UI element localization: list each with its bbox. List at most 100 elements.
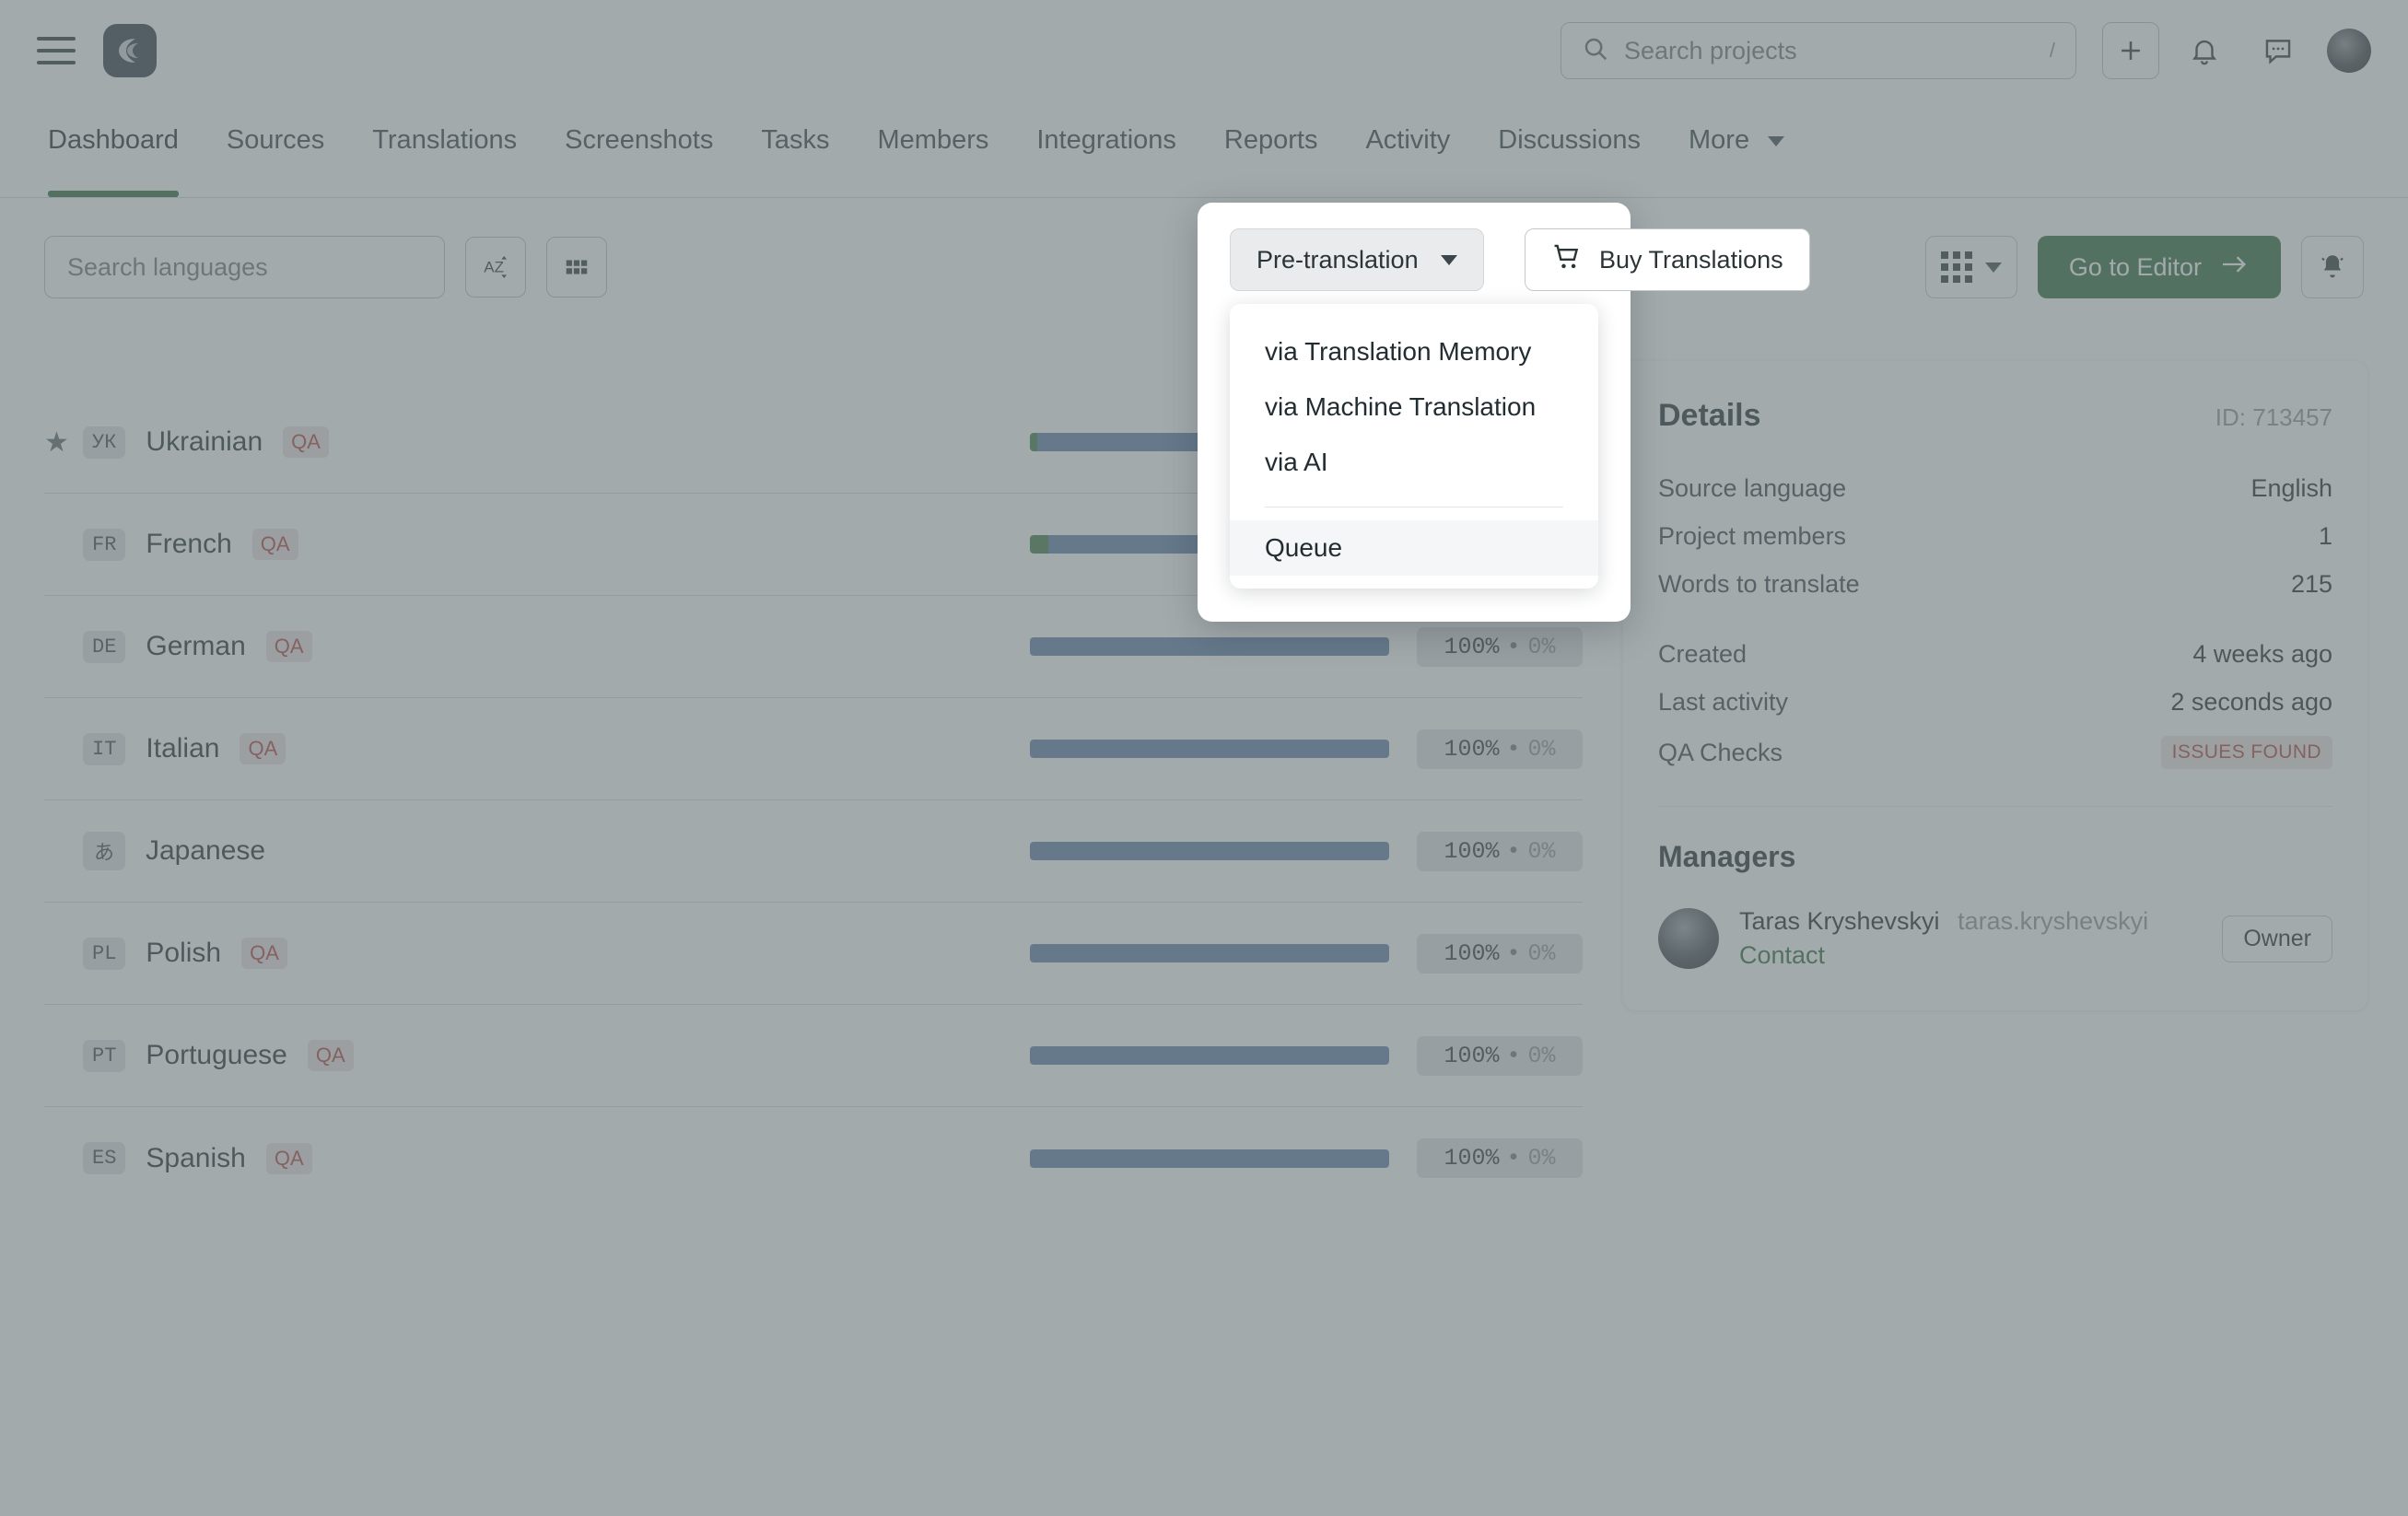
svg-text:AZ: AZ (484, 259, 504, 276)
tab-tasks[interactable]: Tasks (761, 101, 829, 197)
language-name: Ukrainian (146, 426, 263, 458)
divider (1658, 806, 2332, 807)
status-badge[interactable]: QA (283, 426, 329, 458)
layout-switch-button[interactable] (1925, 236, 2017, 298)
notifications-button[interactable] (2176, 22, 2233, 79)
pretranslation-button[interactable]: Pre-translation (1230, 228, 1484, 291)
chevron-down-icon (1441, 255, 1457, 265)
star-icon[interactable]: ★ (44, 426, 83, 459)
cart-icon (1551, 241, 1583, 279)
go-to-editor-button[interactable]: Go to Editor (2038, 236, 2281, 298)
avatar[interactable] (2327, 29, 2371, 73)
chevron-down-icon (1985, 262, 2002, 273)
page-title: Details (1658, 398, 1761, 434)
managers-title: Managers (1658, 840, 2332, 874)
add-project-button[interactable] (2102, 22, 2159, 79)
detail-key: Words to translate (1658, 570, 1860, 599)
tab-translations[interactable]: Translations (372, 101, 517, 197)
table-row[interactable]: PL Polish QA 100%•0% (44, 903, 1583, 1005)
tab-reports[interactable]: Reports (1224, 101, 1318, 197)
detail-key: Project members (1658, 522, 1846, 551)
status-badge[interactable]: QA (252, 529, 298, 560)
translated-percent: 100% (1444, 736, 1499, 763)
buy-translations-button[interactable]: Buy Translations (1525, 228, 1810, 291)
manager-name[interactable]: Taras Kryshevskyi (1739, 907, 1940, 935)
hamburger-icon[interactable] (37, 37, 76, 64)
tab-label: Dashboard (48, 125, 179, 155)
contact-link[interactable]: Contact (1739, 941, 2202, 970)
sort-az-button[interactable]: AZ (465, 237, 526, 297)
menu-item-queue[interactable]: Queue (1230, 520, 1598, 576)
language-code-badge: IT (83, 733, 125, 765)
status-badge[interactable]: QA (241, 938, 287, 969)
tab-label: Integrations (1036, 125, 1176, 155)
translated-percent: 100% (1444, 1043, 1499, 1069)
tab-sources[interactable]: Sources (227, 101, 324, 197)
pretranslation-label: Pre-translation (1257, 246, 1419, 274)
detail-row-source-language: Source language English (1658, 474, 2332, 503)
tab-dashboard[interactable]: Dashboard (48, 101, 179, 197)
list-item: Taras Kryshevskyi taras.kryshevskyi Cont… (1658, 907, 2332, 970)
language-name: Japanese (146, 835, 265, 867)
search-icon (1582, 35, 1609, 67)
language-code-badge: あ (83, 832, 125, 870)
detail-key: Created (1658, 640, 1747, 669)
avatar[interactable] (1658, 908, 1719, 969)
detail-row-last-activity: Last activity 2 seconds ago (1658, 688, 2332, 717)
tab-more[interactable]: More (1689, 101, 1784, 197)
messages-button[interactable] (2250, 22, 2307, 79)
status-badge[interactable]: QA (266, 1143, 312, 1174)
translated-percent: 100% (1444, 838, 1499, 865)
language-code-badge: FR (83, 529, 125, 561)
table-row[interactable]: ES Spanish QA 100%•0% (44, 1107, 1583, 1209)
progress-values: 100%•0% (1417, 627, 1583, 667)
progress-bar (1030, 740, 1389, 758)
tab-label: Reports (1224, 125, 1318, 155)
table-row[interactable]: あ Japanese 100%•0% (44, 800, 1583, 903)
status-badge[interactable]: QA (266, 631, 312, 662)
search-placeholder: Search projects (1624, 37, 2035, 65)
progress-values: 100%•0% (1417, 1036, 1583, 1076)
search-input[interactable]: Search projects / (1561, 22, 2076, 79)
details-header: Details ID: 713457 (1658, 398, 2332, 434)
tab-label: More (1689, 125, 1749, 155)
arrow-right-icon (2220, 252, 2250, 283)
detail-value: 215 (2291, 570, 2332, 599)
approved-percent: 0% (1528, 940, 1556, 967)
details-panel: Details ID: 713457 Source language Engli… (1623, 361, 2367, 1010)
main-nav: Dashboard Sources Translations Screensho… (0, 101, 2408, 198)
detail-value: 2 seconds ago (2170, 688, 2332, 717)
approved-percent: 0% (1528, 736, 1556, 763)
tab-screenshots[interactable]: Screenshots (565, 101, 713, 197)
approved-percent: 0% (1528, 634, 1556, 660)
tab-integrations[interactable]: Integrations (1036, 101, 1176, 197)
language-name: German (146, 631, 245, 662)
tab-discussions[interactable]: Discussions (1498, 101, 1641, 197)
tab-activity[interactable]: Activity (1365, 101, 1450, 197)
progress-bar (1030, 1149, 1389, 1168)
table-row[interactable]: PT Portuguese QA 100%•0% (44, 1005, 1583, 1107)
manager-info: Taras Kryshevskyi taras.kryshevskyi Cont… (1739, 907, 2202, 970)
grid-view-button[interactable] (546, 237, 607, 297)
status-badge[interactable]: ISSUES FOUND (2161, 736, 2332, 769)
tab-members[interactable]: Members (878, 101, 989, 197)
status-badge[interactable]: QA (240, 733, 286, 764)
alerts-button[interactable] (2301, 236, 2364, 298)
menu-item-via-machine-translation[interactable]: via Machine Translation (1230, 379, 1598, 435)
menu-item-via-translation-memory[interactable]: via Translation Memory (1230, 324, 1598, 379)
detail-row-qa-checks: QA Checks ISSUES FOUND (1658, 736, 2332, 769)
language-name: Spanish (146, 1143, 245, 1174)
detail-key: Last activity (1658, 688, 1788, 717)
progress-bar (1030, 637, 1389, 656)
crowdin-logo-icon[interactable] (103, 24, 157, 77)
tab-label: Members (878, 125, 989, 155)
language-code-badge: PL (83, 938, 125, 970)
menu-item-via-ai[interactable]: via AI (1230, 435, 1598, 490)
table-row[interactable]: IT Italian QA 100%•0% (44, 698, 1583, 800)
status-badge[interactable]: QA (308, 1040, 354, 1071)
language-name: Polish (146, 938, 221, 969)
search-languages-input[interactable]: Search languages (44, 236, 445, 298)
progress-values: 100%•0% (1417, 832, 1583, 871)
detail-value: 4 weeks ago (2192, 640, 2332, 669)
detail-key: QA Checks (1658, 739, 1783, 767)
